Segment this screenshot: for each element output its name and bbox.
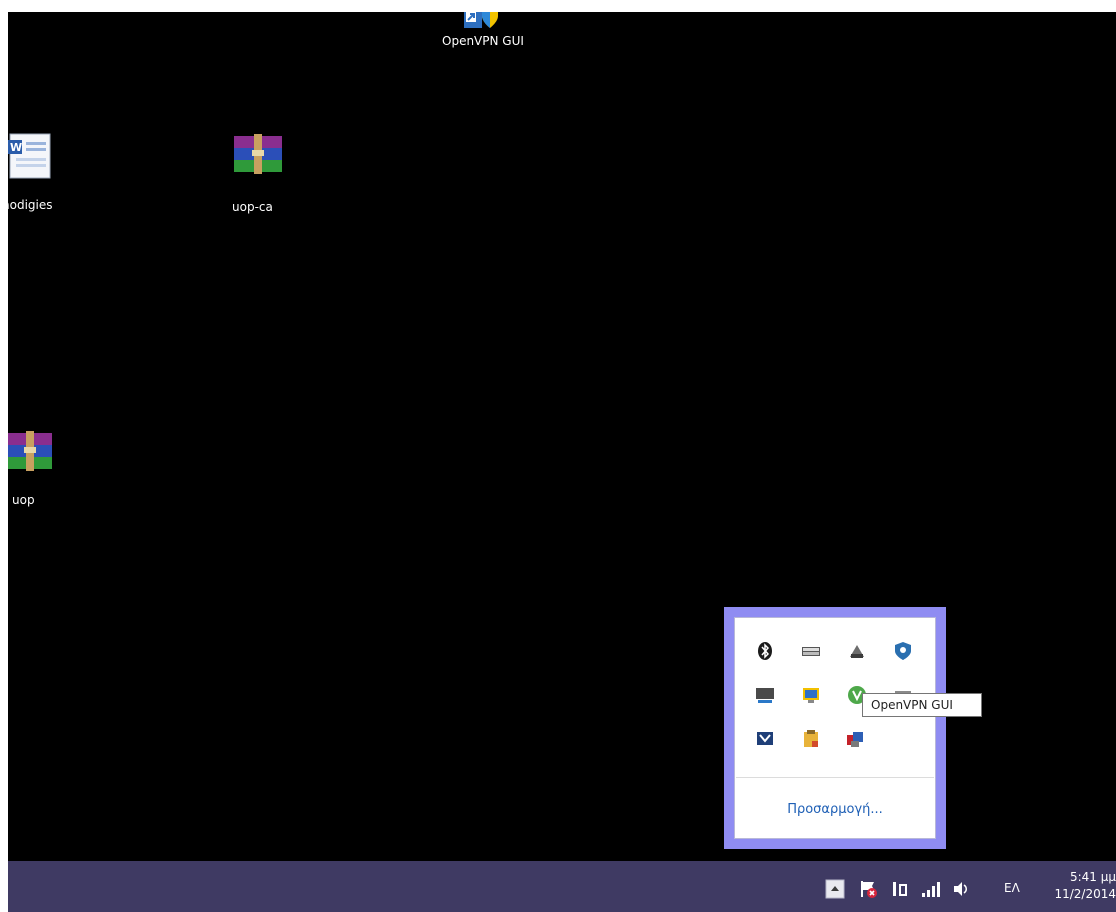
desktop-icon-label: uop-ca [232,200,273,214]
desktop-icon-uop[interactable]: uop [8,427,88,517]
word-document-icon: W [8,133,51,179]
network-device-icon[interactable] [847,641,867,661]
desktop-icon-label: uop [12,493,35,507]
clock-date: 11/2/2014 [1054,887,1116,901]
shield-icon[interactable] [893,641,913,661]
desktop-icon-uop-ca[interactable]: uop-ca [218,130,298,220]
network-icon[interactable] [890,879,910,899]
clipboard-icon[interactable] [801,729,821,749]
notification-area-overflow: Προσαρμογή... [724,607,946,849]
winrar-archive-icon [8,431,52,471]
display-icon[interactable] [801,685,821,705]
clock[interactable]: 5:41 μμ 11/2/2014 [1054,869,1116,903]
overflow-panel: Προσαρμογή... [734,617,936,839]
openvpn-shortcut-icon [464,12,498,28]
app-icon[interactable] [755,729,775,749]
desktop-icon-label: OpenVPN GUI [442,34,524,48]
clock-time: 5:41 μμ [1069,870,1116,884]
input-language-indicator[interactable]: ΕΛ [1004,881,1020,895]
desktop-icon-label: nodigies [8,198,53,212]
tooltip: OpenVPN GUI [862,693,982,717]
bluetooth-icon[interactable] [755,641,775,661]
winrar-archive-icon [234,134,282,174]
svg-text:W: W [10,141,22,154]
action-center-flag-icon[interactable] [858,879,878,899]
volume-icon[interactable] [952,879,972,899]
show-hidden-icons-button[interactable] [825,879,845,899]
desktop-icon-openvpn-gui[interactable]: OpenVPN GUI [428,12,528,60]
desktop-icon-nodigies[interactable]: W nodigies [8,132,88,212]
taskbar: ΕΛ 5:41 μμ 11/2/2014 [8,861,1116,912]
customize-link[interactable]: Προσαρμογή... [735,802,935,817]
monitor-icon[interactable] [755,685,775,705]
signal-bars-icon[interactable] [920,879,942,899]
desktop: OpenVPN GUI W nodigies uop-ca [8,12,1116,861]
popup-divider [736,777,934,778]
openvpn-icon[interactable] [845,729,865,749]
keyboard-icon[interactable] [801,641,821,661]
